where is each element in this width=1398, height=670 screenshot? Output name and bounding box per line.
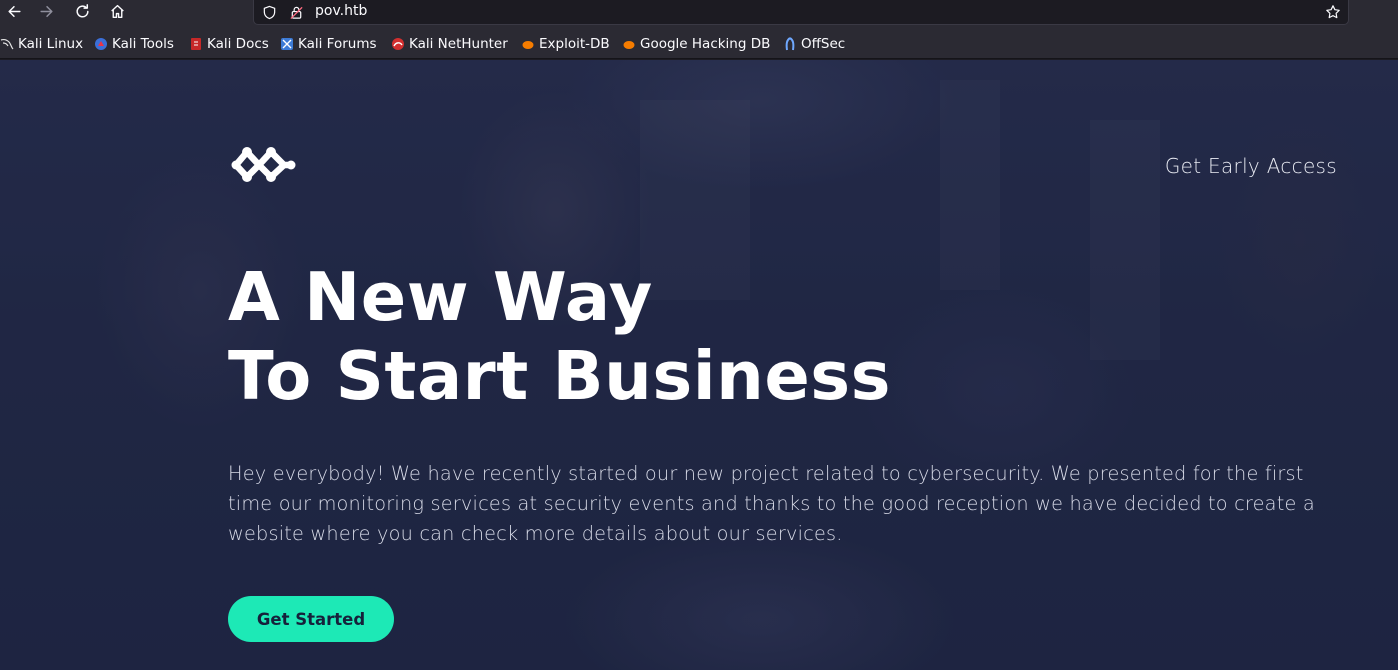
kali-tools-icon [94,37,108,51]
headline-line-2: To Start Business [228,337,892,415]
bookmark-kali-nethunter[interactable]: Kali NetHunter [391,35,508,53]
get-early-access-link[interactable]: Get Early Access [1165,154,1337,178]
headline-line-1: A New Way [228,258,653,336]
bookmark-kali-forums[interactable]: Kali Forums [280,35,377,53]
hero-description: Hey everybody! We have recently started … [228,462,1315,545]
bookmark-kali-docs[interactable]: Kali Docs [189,35,269,53]
offsec-icon [783,37,797,51]
hero-section: Get Early Access A New Way To Start Busi… [0,60,1398,670]
bookmark-star-icon[interactable] [1324,3,1342,21]
get-started-button[interactable]: Get Started [228,596,394,642]
insecure-lock-icon[interactable] [287,3,305,21]
site-logo-icon[interactable] [229,143,297,185]
back-arrow-icon [7,5,21,17]
url-text[interactable]: pov.htb [315,2,367,20]
forward-arrow-icon [39,5,53,17]
home-button[interactable] [103,0,131,22]
bookmark-label: Kali Docs [207,36,269,52]
kali-dragon-icon [0,37,14,51]
kali-nethunter-icon [391,37,405,51]
forward-button[interactable] [32,0,60,22]
bookmark-exploit-db[interactable]: Exploit-DB [521,35,610,53]
bookmark-google-hacking-db[interactable]: Google Hacking DB [622,35,770,53]
bookmark-kali-tools[interactable]: Kali Tools [94,35,174,53]
bookmark-label: Google Hacking DB [640,36,771,52]
ghdb-icon [622,37,636,51]
back-button[interactable] [0,0,28,22]
reload-icon [75,3,89,17]
bookmark-label: Kali NetHunter [409,36,508,52]
kali-docs-icon [189,37,203,51]
bookmark-label: OffSec [801,36,846,52]
url-bar[interactable]: pov.htb [253,0,1349,25]
browser-toolbar: pov.htb [0,0,1398,28]
bookmark-label: Exploit-DB [539,36,610,52]
bookmark-label: Kali Tools [112,36,174,52]
bookmark-offsec[interactable]: OffSec [783,35,845,53]
bookmark-label: Kali Linux [18,36,84,52]
home-icon [110,4,124,18]
bookmark-label: Kali Forums [298,36,377,52]
bookmarks-bar: Kali Linux Kali Tools Kali Docs Kali For… [0,28,1398,59]
exploit-db-icon [521,37,535,51]
tracking-shield-icon[interactable] [260,3,278,21]
hero-headline: A New Way To Start Business [228,258,891,416]
reload-button[interactable] [68,0,96,22]
kali-forums-icon [280,37,294,51]
bookmark-kali-linux[interactable]: Kali Linux [0,35,83,53]
